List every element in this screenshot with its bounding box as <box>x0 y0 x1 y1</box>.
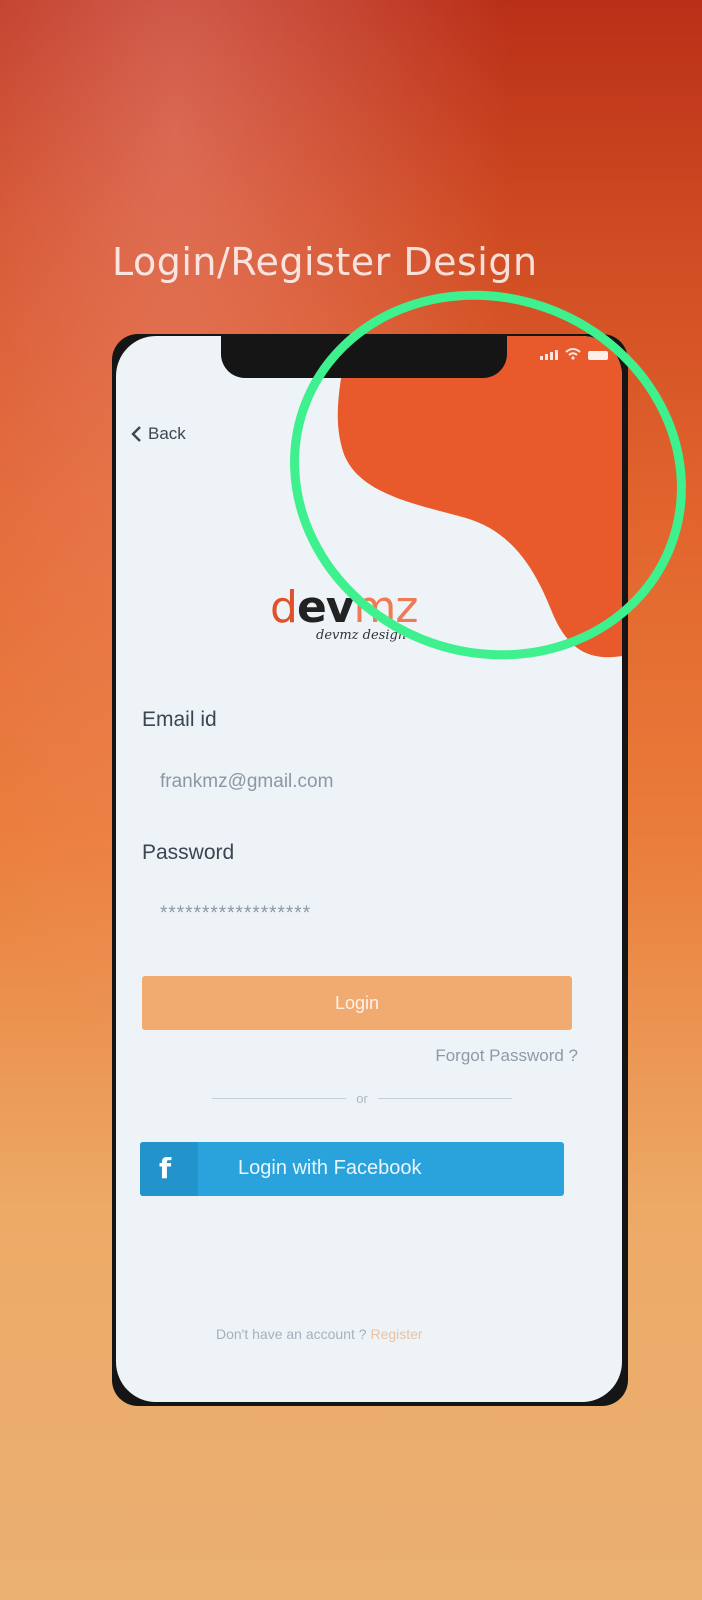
password-label: Password <box>142 841 235 864</box>
logo-part-1: d <box>270 582 298 633</box>
or-divider: or <box>212 1090 512 1106</box>
forgot-password-link[interactable]: Forgot Password ? <box>435 1046 578 1066</box>
email-label: Email id <box>142 708 217 731</box>
signal-icon <box>540 350 558 360</box>
divider-text: or <box>356 1090 368 1106</box>
register-prompt-text: Don't have an account ? <box>216 1326 367 1342</box>
battery-icon <box>588 351 608 360</box>
orange-wave-decoration <box>337 336 622 658</box>
login-button[interactable]: Login <box>142 976 572 1030</box>
logo-part-3: mz <box>353 582 418 633</box>
back-label: Back <box>148 424 186 443</box>
register-prompt: Don't have an account ? Register <box>216 1326 423 1342</box>
facebook-icon: f <box>159 1152 172 1185</box>
register-link[interactable]: Register <box>370 1326 422 1342</box>
facebook-icon-cell: f <box>140 1142 198 1196</box>
page-title: Login/Register Design <box>112 240 538 284</box>
logo-tagline: devmz design <box>316 628 407 643</box>
back-button[interactable]: Back <box>130 424 186 444</box>
divider-line-right <box>377 1097 512 1099</box>
chevron-left-icon <box>131 426 141 442</box>
email-field[interactable] <box>142 760 582 804</box>
wifi-icon <box>565 348 581 360</box>
devmz-logo: devmz devmz design <box>270 582 450 652</box>
phone-notch <box>221 336 507 378</box>
facebook-login-button[interactable]: f Login with Facebook <box>140 1142 564 1196</box>
logo-wordmark: devmz <box>270 582 418 633</box>
password-field[interactable] <box>142 892 582 936</box>
logo-part-2: ev <box>296 582 355 633</box>
phone-frame: Back devmz devmz design Email id Passwor… <box>112 334 628 1406</box>
divider-line-left <box>212 1097 347 1099</box>
status-bar <box>540 348 608 360</box>
facebook-login-label: Login with Facebook <box>238 1157 422 1179</box>
phone-screen: Back devmz devmz design Email id Passwor… <box>116 336 622 1402</box>
